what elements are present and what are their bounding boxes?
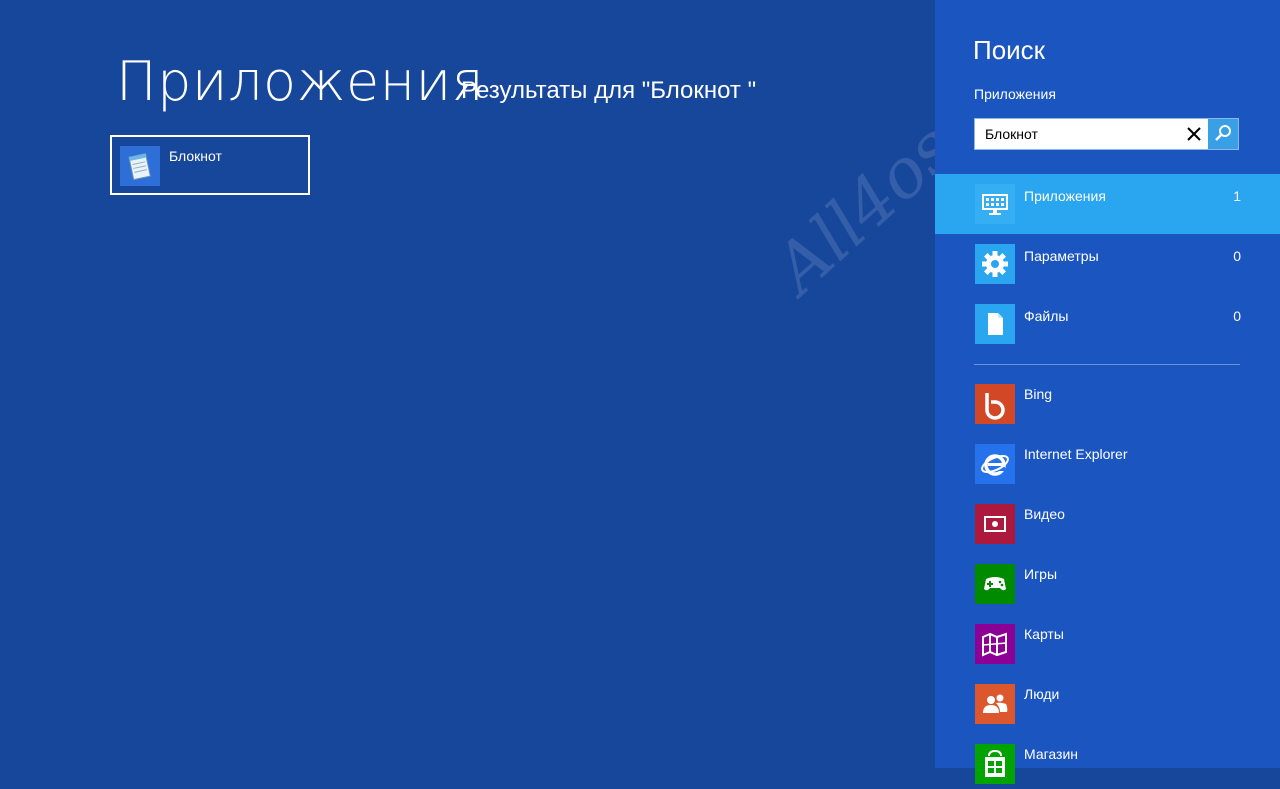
app-item-internet-explorer[interactable]: Internet Explorer [935, 420, 1280, 484]
notepad-icon [120, 146, 160, 186]
app-item-bing[interactable]: Bing [935, 360, 1280, 424]
category-apps[interactable]: Приложения 1 [935, 174, 1280, 234]
app-label: Internet Explorer [1024, 446, 1128, 462]
maps-icon [975, 624, 1015, 664]
search-input[interactable] [975, 119, 1179, 149]
file-icon [975, 304, 1015, 344]
category-count: 1 [1233, 188, 1241, 204]
category-label: Параметры [1024, 248, 1099, 264]
people-icon [975, 684, 1015, 724]
results-subtitle: Результаты для "Блокнот " [461, 77, 757, 104]
apps-icon [975, 184, 1015, 224]
store-icon [975, 744, 1015, 784]
video-icon [975, 504, 1015, 544]
close-icon [1183, 127, 1205, 149]
main-area: Приложения Результаты для "Блокнот " Бло… [0, 0, 935, 768]
app-item-video[interactable]: Видео [935, 480, 1280, 544]
app-label: Магазин [1024, 746, 1079, 762]
app-item-store[interactable]: Магазин [935, 720, 1280, 784]
search-icon [1208, 125, 1238, 153]
app-item-people[interactable]: Люди [935, 660, 1280, 724]
app-item-maps[interactable]: Карты [935, 600, 1280, 664]
search-scope-label: Приложения [974, 86, 1056, 102]
search-pane-title: Поиск [973, 35, 1046, 65]
result-label: Блокнот [169, 148, 222, 164]
category-label: Файлы [1024, 308, 1069, 324]
app-item-games[interactable]: Игры [935, 540, 1280, 604]
result-tile-notepad[interactable]: Блокнот [110, 135, 310, 195]
games-icon [975, 564, 1015, 604]
app-label: Видео [1024, 506, 1065, 522]
search-button[interactable] [1208, 119, 1238, 149]
app-label: Bing [1024, 386, 1053, 402]
category-count: 0 [1233, 248, 1241, 264]
category-files[interactable]: Файлы 0 [935, 294, 1280, 354]
search-pane: Поиск Приложения Блокнот Приложения 1 Па… [935, 0, 1280, 784]
app-label: Карты [1024, 626, 1064, 642]
app-label: Люди [1024, 686, 1060, 702]
internet-explorer-icon [975, 444, 1015, 484]
clear-search-button[interactable] [1183, 123, 1205, 145]
page-title: Приложения [116, 50, 485, 113]
gear-icon [975, 244, 1015, 284]
category-settings[interactable]: Параметры 0 [935, 234, 1280, 294]
app-label: Игры [1024, 566, 1058, 582]
category-count: 0 [1233, 308, 1241, 324]
search-box [974, 118, 1239, 150]
category-label: Приложения [1024, 188, 1106, 204]
bing-icon [975, 384, 1015, 424]
